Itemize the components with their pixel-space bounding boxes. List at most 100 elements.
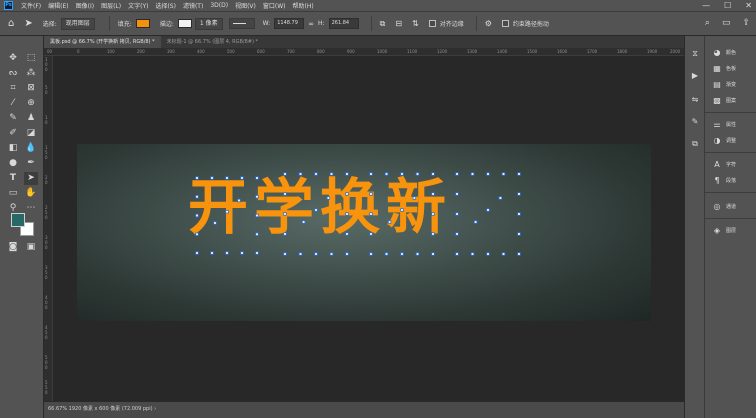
link-icon[interactable]: ∞: [308, 20, 314, 28]
minimize-button[interactable]: —: [702, 0, 710, 11]
pen-tool-icon[interactable]: ✒: [24, 157, 38, 170]
gear-icon[interactable]: ⚙: [485, 19, 492, 28]
menu-file[interactable]: 文件(F): [21, 1, 41, 10]
panel-character[interactable]: A 字符: [711, 158, 736, 170]
anchor-point[interactable]: [455, 232, 459, 236]
anchor-point[interactable]: [195, 251, 199, 255]
maximize-button[interactable]: ☐: [724, 0, 731, 11]
close-button[interactable]: ✕: [745, 0, 752, 11]
document-workspace[interactable]: 开学换新: [53, 56, 684, 401]
clone-stamp-tool-icon[interactable]: ♟: [24, 112, 38, 125]
history-brush-tool-icon[interactable]: ✐: [6, 127, 20, 140]
anchor-point[interactable]: [329, 252, 334, 256]
panel-color[interactable]: ◕ 颜色: [711, 46, 737, 58]
anchor-point[interactable]: [240, 251, 244, 255]
anchor-point[interactable]: [498, 196, 503, 200]
anchor-point[interactable]: [400, 252, 404, 256]
crop-tool-icon[interactable]: ⌗: [6, 82, 20, 95]
stroke-color-swatch[interactable]: [177, 19, 192, 28]
panel-gradient[interactable]: ▤ 渐变: [711, 78, 736, 90]
panel-adjustments[interactable]: ◑ 调整: [711, 134, 737, 146]
anchor-point[interactable]: [501, 252, 506, 256]
anchor-point[interactable]: [470, 252, 475, 256]
eyedropper-tool-icon[interactable]: ⁄: [6, 97, 20, 110]
panel-properties[interactable]: ⚌ 属性: [711, 118, 736, 130]
quick-mask-icon[interactable]: ◙: [6, 241, 20, 254]
frame-tool-icon[interactable]: ⊠: [24, 82, 38, 95]
menu-view[interactable]: 视图(V): [235, 1, 256, 10]
tab-untitled-1[interactable]: 未标题-1 @ 66.7% (图层 4, RGB/8#) *: [161, 36, 264, 48]
anchor-point[interactable]: [298, 252, 303, 256]
search-icon[interactable]: ⌕: [705, 18, 710, 28]
marquee-tool-icon[interactable]: ⬚: [24, 52, 38, 65]
brush-settings-icon[interactable]: ✎: [689, 116, 701, 128]
gradient-tool-icon[interactable]: ◧: [6, 142, 20, 155]
anchor-point[interactable]: [415, 252, 420, 256]
menu-window[interactable]: 窗口(W): [263, 1, 286, 10]
stroke-type-dropdown[interactable]: [228, 18, 255, 29]
stroke-width-input[interactable]: 1 像素: [194, 17, 223, 30]
type-tool-icon[interactable]: T: [6, 172, 20, 185]
eraser-tool-icon[interactable]: ◪: [24, 127, 38, 140]
anchor-point[interactable]: [210, 251, 214, 255]
path-operations-icon[interactable]: ⧉: [380, 19, 386, 29]
anchor-point[interactable]: [455, 212, 459, 216]
anchor-point[interactable]: [431, 252, 435, 256]
panel-paragraph[interactable]: ¶ 段落: [711, 174, 736, 186]
healing-brush-tool-icon[interactable]: ⊕: [24, 97, 38, 110]
panel-layers[interactable]: ◈ 图层: [711, 224, 736, 236]
anchor-point[interactable]: [501, 172, 506, 176]
move-tool-icon[interactable]: ✥: [6, 52, 20, 65]
anchor-point[interactable]: [517, 252, 521, 256]
anchor-point[interactable]: [369, 252, 373, 256]
panel-swatches[interactable]: ▦ 色板: [711, 62, 736, 74]
actions-panel-icon[interactable]: ▶: [689, 70, 701, 82]
history-panel-icon[interactable]: ⧖: [689, 48, 701, 60]
lasso-tool-icon[interactable]: ᔓ: [6, 67, 20, 80]
fill-color-swatch[interactable]: [135, 19, 150, 28]
constrain-path-checkbox[interactable]: [501, 20, 509, 27]
share-icon[interactable]: ⇪: [742, 18, 750, 28]
height-input[interactable]: 261.84: [328, 18, 359, 29]
anchor-point[interactable]: [473, 220, 478, 224]
clone-source-icon[interactable]: ⧉: [689, 138, 701, 150]
path-arrangement-icon[interactable]: ⇅: [412, 19, 419, 28]
home-icon[interactable]: ⌂: [8, 18, 14, 29]
anchor-point[interactable]: [225, 251, 229, 255]
canvas-title-text[interactable]: 开学换新: [188, 168, 452, 248]
select-mode-dropdown[interactable]: 现用图层: [60, 17, 95, 30]
anchor-point[interactable]: [517, 192, 521, 196]
anchor-point[interactable]: [517, 232, 521, 236]
menu-image[interactable]: 图像(I): [76, 1, 94, 10]
panel-pattern[interactable]: ▩ 图案: [711, 94, 736, 106]
path-selection-tool-icon[interactable]: ➤: [24, 172, 38, 185]
anchor-point[interactable]: [455, 192, 459, 196]
path-selection-tool-icon[interactable]: ➤: [24, 18, 32, 29]
anchor-point[interactable]: [486, 252, 490, 256]
foreground-color-swatch[interactable]: [11, 213, 25, 227]
anchor-point[interactable]: [486, 208, 490, 212]
more-tools-icon[interactable]: ⋯: [24, 202, 38, 215]
rectangle-tool-icon[interactable]: ▭: [6, 187, 20, 200]
tab-blackboard-psd[interactable]: 黑板.psd @ 66.7% (开学换新 拷贝, RGB/8) *: [44, 36, 161, 48]
anchor-point[interactable]: [455, 252, 459, 256]
brush-tool-icon[interactable]: ✎: [6, 112, 20, 125]
menu-select[interactable]: 选择(S): [155, 1, 176, 10]
blur-tool-icon[interactable]: 💧: [24, 142, 38, 155]
anchor-point[interactable]: [470, 172, 475, 176]
menu-layer[interactable]: 图层(L): [101, 1, 121, 10]
adjustments-strip-icon[interactable]: ⇋: [689, 94, 701, 106]
magic-wand-tool-icon[interactable]: ⁂: [24, 67, 38, 80]
menu-help[interactable]: 帮助(H): [293, 1, 314, 10]
align-edges-checkbox[interactable]: [428, 20, 436, 27]
anchor-point[interactable]: [517, 212, 521, 216]
anchor-point[interactable]: [455, 172, 459, 176]
path-alignment-icon[interactable]: ⊟: [395, 19, 402, 28]
menu-type[interactable]: 文字(Y): [128, 1, 148, 10]
menu-edit[interactable]: 编辑(E): [48, 1, 68, 10]
canvas-blackboard[interactable]: 开学换新: [77, 144, 651, 321]
anchor-point[interactable]: [345, 252, 349, 256]
workspace-icon[interactable]: ▭: [722, 18, 731, 28]
anchor-point[interactable]: [314, 252, 318, 256]
menu-3d[interactable]: 3D(D): [210, 2, 228, 9]
